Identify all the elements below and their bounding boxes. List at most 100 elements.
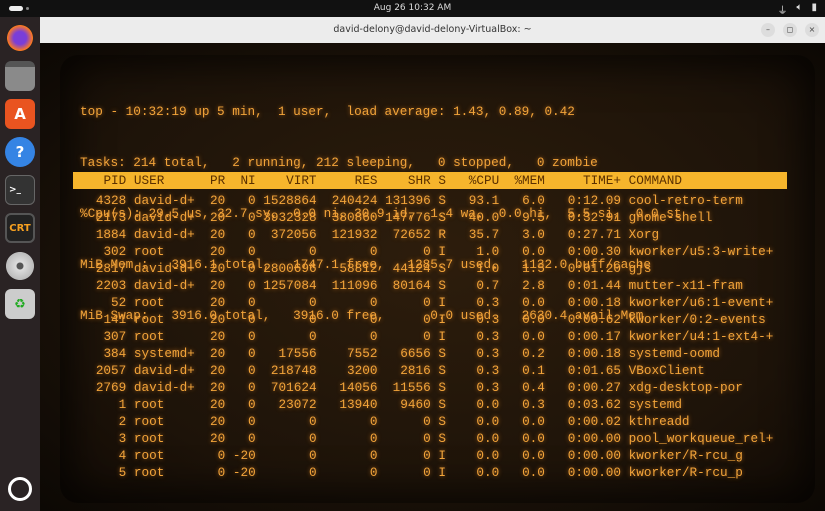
cell-command: gjs	[628, 261, 652, 276]
cell-user: root	[133, 397, 165, 412]
cell-state: I	[438, 448, 446, 463]
system-tray[interactable]: ⏚ 🔈︎ ▮	[777, 2, 817, 17]
cell-shr: 44124	[392, 261, 431, 276]
cool-retro-term-icon[interactable]: CRT	[5, 213, 35, 243]
table-row: 1884 david-d+ 20 0 372056 121932 72652 R 35.7 3.0…	[73, 226, 787, 243]
header-command[interactable]: COMMAND	[629, 172, 682, 189]
cell-pr: 20	[210, 431, 226, 446]
header-res[interactable]: RES	[324, 172, 378, 189]
cell-user: root	[133, 295, 165, 310]
table-row: 2057 david-d+ 20 0 218748 3200 2816 S 0.3 0.1 0:01…	[73, 362, 787, 379]
cell-pr: 20	[210, 329, 226, 344]
cell-res: 121932	[331, 227, 378, 242]
cell-pid: 2203	[95, 278, 127, 293]
terminal-screen[interactable]: top - 10:32:19 up 5 min, 1 user, load av…	[40, 43, 825, 511]
cell-virt: 0	[308, 414, 317, 429]
cell-command: kworker/R-rcu_g	[628, 448, 743, 463]
cell-state: I	[438, 295, 446, 310]
cell-virt: 701624	[270, 380, 317, 395]
show-apps-button[interactable]	[8, 477, 32, 501]
cell-ni: 0	[248, 431, 256, 446]
header-user[interactable]: USER	[134, 172, 195, 189]
help-icon[interactable]: ?	[5, 137, 35, 167]
cell-pr: 20	[210, 227, 226, 242]
cell-ni: -20	[232, 448, 256, 463]
cell-time: 0:32.91	[567, 210, 622, 225]
table-row: 141 root 20 0 0 0 0 I 0.3 0.0 0:00.62 kworker/0:2-e…	[73, 311, 787, 328]
minimize-button[interactable]: –	[761, 23, 775, 37]
clock[interactable]: Aug 26 10:32 AM	[0, 3, 825, 13]
title-bar[interactable]: david-delony@david-delony-VirtualBox: ~ …	[40, 17, 825, 43]
cell-pid: 5	[118, 465, 127, 480]
cell-cpu: 93.1	[468, 193, 500, 208]
cell-pid: 384	[103, 346, 127, 361]
files-icon[interactable]	[5, 61, 35, 91]
header-time[interactable]: TIME+	[553, 172, 621, 189]
table-row: 1 root 20 0 23072 13940 9460 S 0.0 0.3 0:03.62 syst…	[73, 396, 787, 413]
cell-time: 0:00.02	[567, 414, 622, 429]
cell-ni: 0	[248, 312, 256, 327]
cell-res: 0	[369, 465, 378, 480]
header-mem[interactable]: %MEM	[507, 172, 544, 189]
cell-mem: 0.4	[522, 380, 545, 395]
cell-ni: 0	[248, 210, 256, 225]
disc-icon[interactable]	[5, 251, 35, 281]
table-row: 2173 david-d+ 20 0 3932328 380860 147776 S 40.0 9…	[73, 209, 787, 226]
cell-mem: 0.0	[522, 329, 545, 344]
cell-command: kworker/u6:1-event+	[628, 295, 774, 310]
cell-command: kworker/u5:3-write+	[628, 244, 774, 259]
volume-icon[interactable]: 🔈︎	[796, 2, 802, 17]
header-shr[interactable]: SHR	[385, 172, 431, 189]
cell-cpu: 0.0	[476, 465, 500, 480]
cell-virt: 0	[308, 244, 317, 259]
cell-state: S	[438, 346, 446, 361]
cell-ni: 0	[248, 414, 256, 429]
cell-pr: 20	[210, 312, 226, 327]
terminal-icon[interactable]: >_	[5, 175, 35, 205]
cell-time: 0:12.09	[567, 193, 622, 208]
cell-command: cool-retro-term	[628, 193, 743, 208]
header-pid[interactable]: PID	[73, 172, 126, 189]
cell-pr: 0	[217, 465, 226, 480]
cell-time: 0:01.44	[567, 278, 622, 293]
app-center-icon[interactable]: A	[5, 99, 35, 129]
cell-cpu: 0.0	[476, 414, 500, 429]
trash-icon[interactable]: ♻	[5, 289, 35, 319]
cell-cpu: 0.3	[476, 312, 500, 327]
table-row: 5 root 0 -20 0 0 0 I 0.0 0.0 0:00.00 kworker/R-rcu_…	[73, 464, 787, 481]
cell-cpu: 0.3	[476, 363, 500, 378]
cell-virt: 0	[308, 312, 317, 327]
cell-mem: 0.0	[522, 414, 545, 429]
cell-shr: 0	[423, 244, 431, 259]
cell-user: root	[133, 312, 165, 327]
cell-pid: 141	[103, 312, 127, 327]
maximize-button[interactable]: ◻	[783, 23, 797, 37]
cell-user: root	[133, 329, 165, 344]
cell-user: root	[133, 414, 165, 429]
header-virt[interactable]: VIRT	[263, 172, 316, 189]
table-row: 2817 david-d+ 20 0 2800696 58812 44124 S 1.0 1.5 0…	[73, 260, 787, 277]
cell-cpu: 0.7	[476, 278, 500, 293]
cell-pr: 20	[210, 244, 226, 259]
cell-state: I	[438, 329, 446, 344]
cell-pid: 302	[103, 244, 127, 259]
cell-res: 240424	[331, 193, 378, 208]
cell-ni: 0	[248, 278, 256, 293]
network-icon[interactable]: ⏚	[777, 2, 787, 17]
header-ni[interactable]: NI	[233, 172, 255, 189]
header-state[interactable]: S	[438, 172, 446, 189]
cell-mem: 0.0	[522, 295, 545, 310]
cell-mem: 9.5	[522, 210, 545, 225]
cell-mem: 0.3	[522, 397, 545, 412]
header-cpu[interactable]: %CPU	[454, 172, 499, 189]
close-button[interactable]: ×	[805, 23, 819, 37]
cell-mem: 1.5	[522, 261, 545, 276]
cell-res: 14056	[339, 380, 378, 395]
process-table: PID USER PR NI VIRT RES SHR S %CPU %MEM TIME+ COMMA…	[73, 172, 787, 481]
header-pr[interactable]: PR	[202, 172, 225, 189]
firefox-icon[interactable]	[5, 23, 35, 53]
cell-mem: 0.1	[522, 363, 545, 378]
cell-res: 3200	[346, 363, 378, 378]
battery-icon[interactable]: ▮	[811, 2, 817, 17]
cell-pid: 307	[103, 329, 127, 344]
